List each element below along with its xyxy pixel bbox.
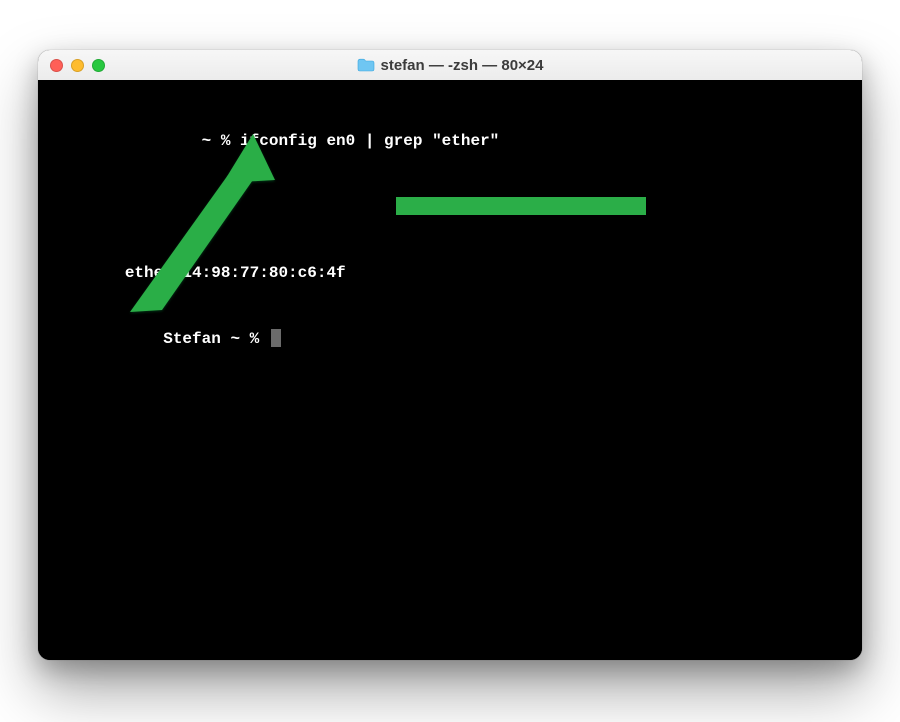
window-title-text: stefan — -zsh — 80×24	[381, 57, 544, 74]
indent	[48, 330, 163, 348]
redaction-bar	[396, 197, 646, 215]
indent	[48, 132, 202, 150]
terminal-body[interactable]: ~ % ifconfig en0 | grep "ether" ether 14…	[38, 80, 862, 660]
indent	[48, 264, 125, 282]
window-controls	[38, 59, 105, 72]
output-text: ether 14:98:77:80:c6:4f	[125, 264, 346, 282]
terminal-line-3: Stefan ~ %	[38, 328, 862, 350]
cursor-icon	[271, 329, 281, 347]
prompt-user: Stefan	[163, 330, 230, 348]
prompt-symbol: ~ %	[230, 330, 268, 348]
terminal-window: stefan — -zsh — 80×24 ~ % ifconfig en0 |…	[38, 50, 862, 660]
window-titlebar[interactable]: stefan — -zsh — 80×24	[38, 50, 862, 81]
minimize-icon[interactable]	[71, 59, 84, 72]
prompt-symbol: ~ %	[202, 132, 240, 150]
zoom-icon[interactable]	[92, 59, 105, 72]
terminal-line-2: ether 14:98:77:80:c6:4f	[38, 262, 862, 284]
close-icon[interactable]	[50, 59, 63, 72]
command-text: ifconfig en0 | grep "ether"	[240, 132, 499, 150]
folder-icon	[357, 58, 375, 72]
terminal-line-redaction	[38, 196, 862, 218]
window-title: stefan — -zsh — 80×24	[38, 57, 862, 74]
terminal-line-1: ~ % ifconfig en0 | grep "ether"	[38, 130, 862, 152]
